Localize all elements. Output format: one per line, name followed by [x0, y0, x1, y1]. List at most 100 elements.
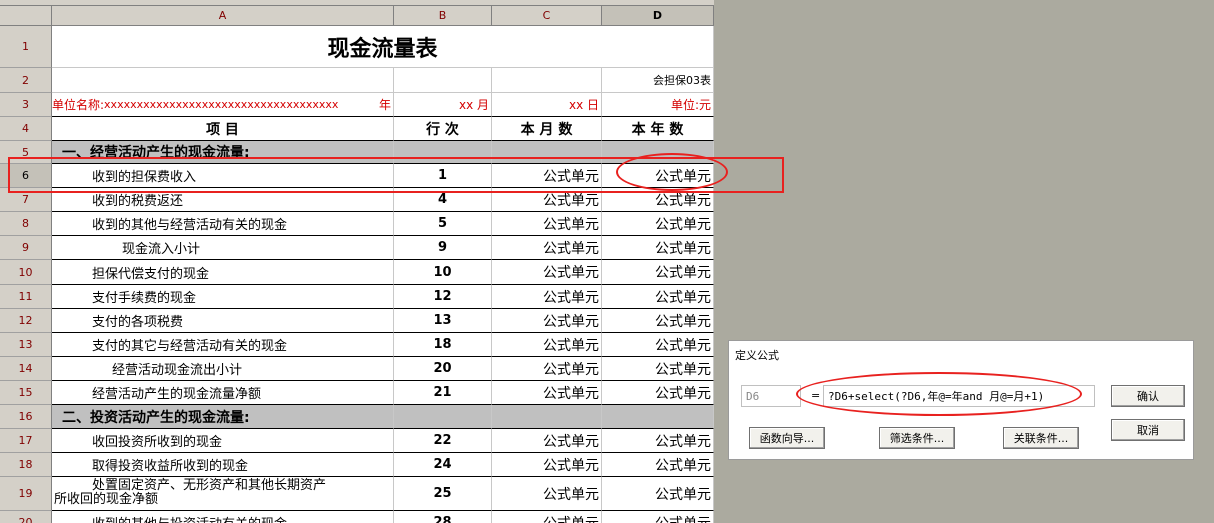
line-number-cell[interactable]: 25 — [394, 477, 492, 511]
unit-name-cell[interactable]: 单位名称: xxxxxxxxxxxxxxxxxxxxxxxxxxxxxxxxxxx… — [52, 93, 394, 117]
row-header[interactable]: 18 — [0, 453, 52, 477]
report-code[interactable]: 会担保03表 — [602, 68, 714, 93]
function-wizard-button[interactable]: 函数向导... — [749, 427, 825, 449]
month-amount-cell[interactable]: 公式单元 — [492, 429, 602, 453]
item-cell[interactable]: 现金流入小计 — [52, 236, 394, 260]
item-cell[interactable]: 处置固定资产、无形资产和其他长期资产 所收回的现金净额 — [52, 477, 394, 511]
year-amount-cell[interactable]: 公式单元 — [602, 333, 714, 357]
header-month-amount[interactable]: 本 月 数 — [492, 117, 602, 141]
row-header[interactable]: 3 — [0, 93, 52, 117]
row-header[interactable]: 20 — [0, 511, 52, 523]
column-header-c[interactable]: C — [492, 6, 602, 26]
select-all-corner[interactable] — [0, 6, 52, 26]
item-cell[interactable]: 经营活动现金流出小计 — [52, 357, 394, 381]
unit-name-value: xxxxxxxxxxxxxxxxxxxxxxxxxxxxxxxxxxxx — [104, 98, 339, 111]
item-cell[interactable]: 支付的各项税费 — [52, 309, 394, 333]
line-number-cell[interactable]: 5 — [394, 212, 492, 236]
year-amount-cell[interactable]: 公式单元 — [602, 477, 714, 511]
column-header-d[interactable]: D — [602, 6, 714, 26]
item-cell[interactable]: 取得投资收益所收到的现金 — [52, 453, 394, 477]
row-header[interactable]: 13 — [0, 333, 52, 357]
month-amount-cell[interactable]: 公式单元 — [492, 236, 602, 260]
year-amount-cell[interactable]: 公式单元 — [602, 260, 714, 285]
item-cell[interactable]: 二、投资活动产生的现金流量: — [52, 405, 394, 429]
item-cell[interactable]: 收回投资所收到的现金 — [52, 429, 394, 453]
line-number-cell[interactable]: 9 — [394, 236, 492, 260]
month-amount-cell[interactable]: 公式单元 — [492, 357, 602, 381]
item-cell[interactable]: 经营活动产生的现金流量净额 — [52, 381, 394, 405]
year-amount-cell[interactable] — [602, 405, 714, 429]
row-header[interactable]: 16 — [0, 405, 52, 429]
year-amount-cell[interactable]: 公式单元 — [602, 453, 714, 477]
month-amount-cell[interactable]: 公式单元 — [492, 381, 602, 405]
cell-reference-field[interactable]: D6 — [741, 385, 801, 407]
row-header[interactable]: 9 — [0, 236, 52, 260]
year-amount-cell[interactable]: 公式单元 — [602, 381, 714, 405]
month-amount-cell[interactable]: 公式单元 — [492, 309, 602, 333]
column-header-b[interactable]: B — [394, 6, 492, 26]
line-number-cell[interactable]: 10 — [394, 260, 492, 285]
year-amount-cell[interactable]: 公式单元 — [602, 429, 714, 453]
row-header[interactable]: 2 — [0, 68, 52, 93]
line-number-cell[interactable]: 18 — [394, 333, 492, 357]
row-header[interactable]: 12 — [0, 309, 52, 333]
item-cell[interactable]: 担保代偿支付的现金 — [52, 260, 394, 285]
relation-conditions-button[interactable]: 关联条件... — [1003, 427, 1079, 449]
year-amount-cell[interactable]: 公式单元 — [602, 236, 714, 260]
header-year-amount[interactable]: 本 年 数 — [602, 117, 714, 141]
annotation-formula-ellipse — [796, 372, 1082, 416]
year-amount-cell[interactable]: 公式单元 — [602, 285, 714, 309]
cell[interactable] — [492, 68, 602, 93]
filter-conditions-button[interactable]: 筛选条件... — [879, 427, 955, 449]
cancel-button[interactable]: 取消 — [1111, 419, 1185, 441]
header-line[interactable]: 行 次 — [394, 117, 492, 141]
item-cell[interactable]: 收到的其他与经营活动有关的现金 — [52, 212, 394, 236]
cell[interactable] — [52, 68, 394, 93]
row-header[interactable]: 14 — [0, 357, 52, 381]
year-amount-cell[interactable]: 公式单元 — [602, 212, 714, 236]
year-amount-cell[interactable]: 公式单元 — [602, 357, 714, 381]
line-number-cell[interactable]: 21 — [394, 381, 492, 405]
annotation-cell-ellipse — [616, 153, 728, 191]
month-cell[interactable]: xx 月 — [394, 93, 492, 117]
item-cell[interactable]: 收到的其他与投资活动有关的现金 — [52, 511, 394, 523]
row-header[interactable]: 1 — [0, 26, 52, 68]
confirm-button[interactable]: 确认 — [1111, 385, 1185, 407]
day-cell[interactable]: xx 日 — [492, 93, 602, 117]
row-header[interactable]: 8 — [0, 212, 52, 236]
currency-unit-cell[interactable]: 单位:元 — [602, 93, 714, 117]
month-amount-cell[interactable]: 公式单元 — [492, 453, 602, 477]
year-amount-cell[interactable]: 公式单元 — [602, 309, 714, 333]
row-header[interactable]: 17 — [0, 429, 52, 453]
month-amount-cell[interactable] — [492, 405, 602, 429]
row-header[interactable]: 11 — [0, 285, 52, 309]
line-number-cell[interactable]: 22 — [394, 429, 492, 453]
item-cell[interactable]: 支付的其它与经营活动有关的现金 — [52, 333, 394, 357]
unit-name-label: 单位名称: — [52, 98, 105, 112]
item-label-line2: 所收回的现金净额 — [54, 492, 159, 507]
month-amount-cell[interactable]: 公式单元 — [492, 511, 602, 523]
header-item[interactable]: 项 目 — [52, 117, 394, 141]
line-number-cell[interactable]: 24 — [394, 453, 492, 477]
month-amount-cell[interactable]: 公式单元 — [492, 333, 602, 357]
row-header[interactable]: 19 — [0, 477, 52, 511]
row-header[interactable]: 4 — [0, 117, 52, 141]
cell[interactable] — [394, 68, 492, 93]
item-cell[interactable]: 支付手续费的现金 — [52, 285, 394, 309]
column-header-a[interactable]: A — [52, 6, 394, 26]
line-number-cell[interactable] — [394, 405, 492, 429]
month-amount-cell[interactable]: 公式单元 — [492, 212, 602, 236]
row-header[interactable]: 10 — [0, 260, 52, 285]
month-amount-cell[interactable]: 公式单元 — [492, 477, 602, 511]
line-number-cell[interactable]: 12 — [394, 285, 492, 309]
year-amount-cell[interactable]: 公式单元 — [602, 511, 714, 523]
line-number-cell[interactable]: 20 — [394, 357, 492, 381]
month-amount-cell[interactable]: 公式单元 — [492, 260, 602, 285]
row-header[interactable]: 15 — [0, 381, 52, 405]
line-number-cell[interactable]: 28 — [394, 511, 492, 523]
year-label: 年 — [378, 98, 391, 112]
month-amount-cell[interactable]: 公式单元 — [492, 285, 602, 309]
line-number-cell[interactable]: 13 — [394, 309, 492, 333]
report-title: 现金流量表 — [52, 26, 714, 68]
spreadsheet: ABCD 1 2 3 4 5 6 7 8 9 10 11 12 13 14 15 16 17 18 19 20 现金流… — [0, 0, 714, 523]
